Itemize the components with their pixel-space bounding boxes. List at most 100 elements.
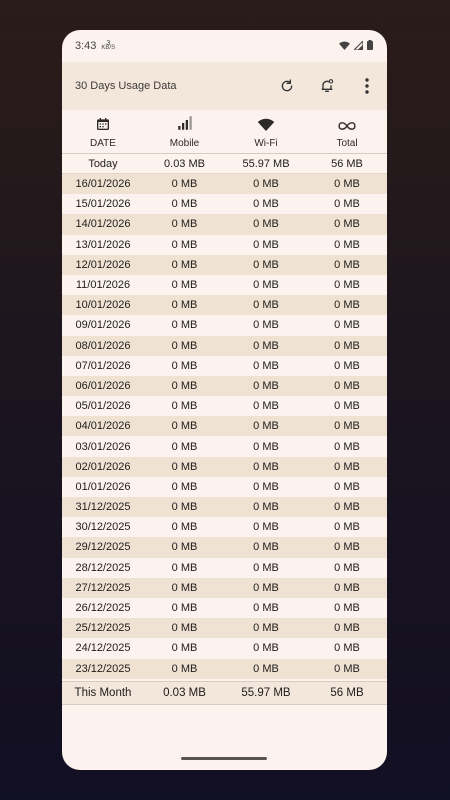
table-header: DATE Mobile Wi-Fi Total	[62, 114, 387, 154]
table-row: 12/01/2026 0 MB 0 MB 0 MB	[62, 254, 387, 275]
table-row: 11/01/2026 0 MB 0 MB 0 MB	[62, 274, 387, 296]
row-total: 0 MB	[334, 501, 360, 514]
row-wifi: 0 MB	[253, 521, 279, 534]
row-total: 0 MB	[334, 258, 360, 271]
row-date: 25/12/2025	[75, 622, 131, 635]
row-mobile: 0 MB	[171, 359, 198, 372]
row-total: 0 MB	[334, 642, 360, 655]
row-total: 0 MB	[334, 662, 360, 675]
this-month-label: This Month	[74, 686, 132, 699]
row-mobile: 0 MB	[171, 642, 198, 655]
notification-settings-icon[interactable]	[316, 75, 338, 97]
network-speed-indicator: 3 KB/S	[101, 40, 115, 51]
row-total: 0 MB	[334, 178, 360, 191]
table-row: 27/12/2025 0 MB 0 MB 0 MB	[62, 577, 387, 598]
header-total: Total	[307, 114, 387, 153]
row-total: 0 MB	[334, 581, 360, 594]
battery-icon	[367, 37, 373, 55]
table-row: 03/01/2026 0 MB 0 MB 0 MB	[62, 436, 387, 457]
row-total: 0 MB	[334, 238, 360, 251]
table-row: 23/12/2025 0 MB 0 MB 0 MB	[62, 658, 387, 679]
row-total: 0 MB	[334, 602, 360, 615]
row-total: 0 MB	[334, 279, 360, 292]
gesture-handle[interactable]	[181, 757, 267, 760]
table-row: 26/12/2025 0 MB 0 MB 0 MB	[62, 597, 387, 619]
header-label: Wi-Fi	[254, 138, 278, 149]
table-row: 15/01/2026 0 MB 0 MB 0 MB	[62, 194, 387, 215]
table-row: 06/01/2026 0 MB 0 MB 0 MB	[62, 375, 387, 397]
row-mobile: 0 MB	[171, 279, 198, 292]
table-row: 25/12/2025 0 MB 0 MB 0 MB	[62, 618, 387, 639]
row-mobile: 0 MB	[171, 400, 198, 413]
row-wifi: 0 MB	[253, 238, 279, 251]
status-icons	[339, 37, 373, 55]
signal-bars-icon	[176, 114, 194, 135]
cell-signal-icon	[352, 37, 364, 55]
wifi-icon	[257, 118, 275, 135]
row-date: 27/12/2025	[75, 581, 131, 594]
row-wifi: 0 MB	[253, 178, 279, 191]
usage-list[interactable]: 16/01/2026 0 MB 0 MB 0 MB 15/01/2026 0 MB 0 MB…	[62, 174, 387, 679]
row-total: 0 MB	[334, 339, 360, 352]
today-total: 56 MB	[331, 157, 363, 170]
table-row: 31/12/2025 0 MB 0 MB 0 MB	[62, 497, 387, 518]
row-wifi: 0 MB	[253, 581, 279, 594]
row-date: 13/01/2026	[75, 238, 131, 251]
row-wifi: 0 MB	[253, 622, 279, 635]
row-date: 26/12/2025	[75, 602, 131, 615]
row-total: 0 MB	[334, 541, 360, 554]
row-wifi: 0 MB	[253, 198, 279, 211]
app-bar: 30 Days Usage Data	[62, 62, 387, 110]
row-mobile: 0 MB	[171, 379, 198, 392]
row-total: 0 MB	[334, 359, 360, 372]
row-total: 0 MB	[334, 198, 360, 211]
row-date: 05/01/2026	[75, 400, 131, 413]
row-date: 12/01/2026	[75, 258, 131, 271]
row-total: 0 MB	[334, 440, 360, 453]
row-date: 30/12/2025	[75, 521, 131, 534]
row-wifi: 0 MB	[253, 400, 279, 413]
header-wifi: Wi-Fi	[225, 114, 307, 153]
row-mobile: 0 MB	[171, 339, 198, 352]
table-row: 04/01/2026 0 MB 0 MB 0 MB	[62, 416, 387, 437]
table-row: 08/01/2026 0 MB 0 MB 0 MB	[62, 335, 387, 356]
row-mobile: 0 MB	[171, 602, 198, 615]
this-month-mobile: 0.03 MB	[163, 686, 206, 699]
calendar-icon	[95, 116, 111, 135]
row-date: 14/01/2026	[75, 218, 131, 231]
table-row: 16/01/2026 0 MB 0 MB 0 MB	[62, 174, 387, 195]
row-mobile: 0 MB	[171, 440, 198, 453]
row-wifi: 0 MB	[253, 480, 279, 493]
header-label: DATE	[90, 138, 116, 149]
today-label: Today	[88, 157, 118, 170]
app-bar-actions	[276, 75, 378, 97]
row-mobile: 0 MB	[171, 581, 198, 594]
row-date: 02/01/2026	[75, 460, 131, 473]
row-wifi: 0 MB	[253, 541, 279, 554]
row-mobile: 0 MB	[171, 198, 198, 211]
row-date: 31/12/2025	[75, 501, 131, 514]
table-row: 13/01/2026 0 MB 0 MB 0 MB	[62, 234, 387, 255]
row-wifi: 0 MB	[253, 299, 279, 312]
row-date: 09/01/2026	[75, 319, 131, 332]
refresh-icon[interactable]	[276, 75, 298, 97]
more-vert-icon[interactable]	[356, 75, 378, 97]
header-label: Total	[336, 138, 358, 149]
row-wifi: 0 MB	[253, 319, 279, 332]
row-date: 23/12/2025	[75, 662, 131, 675]
table-row: 14/01/2026 0 MB 0 MB 0 MB	[62, 214, 387, 235]
status-time: 3:43	[75, 40, 97, 52]
row-wifi: 0 MB	[253, 561, 279, 574]
row-wifi: 0 MB	[253, 602, 279, 615]
row-mobile: 0 MB	[171, 480, 198, 493]
row-total: 0 MB	[334, 460, 360, 473]
row-wifi: 0 MB	[253, 258, 279, 271]
this-month-total: 56 MB	[330, 686, 364, 699]
row-mobile: 0 MB	[171, 541, 198, 554]
row-date: 15/01/2026	[75, 198, 131, 211]
row-wifi: 0 MB	[253, 642, 279, 655]
wifi-icon	[339, 37, 350, 55]
table-row: 24/12/2025 0 MB 0 MB 0 MB	[62, 638, 387, 659]
row-total: 0 MB	[334, 480, 360, 493]
row-date: 16/01/2026	[75, 178, 131, 191]
